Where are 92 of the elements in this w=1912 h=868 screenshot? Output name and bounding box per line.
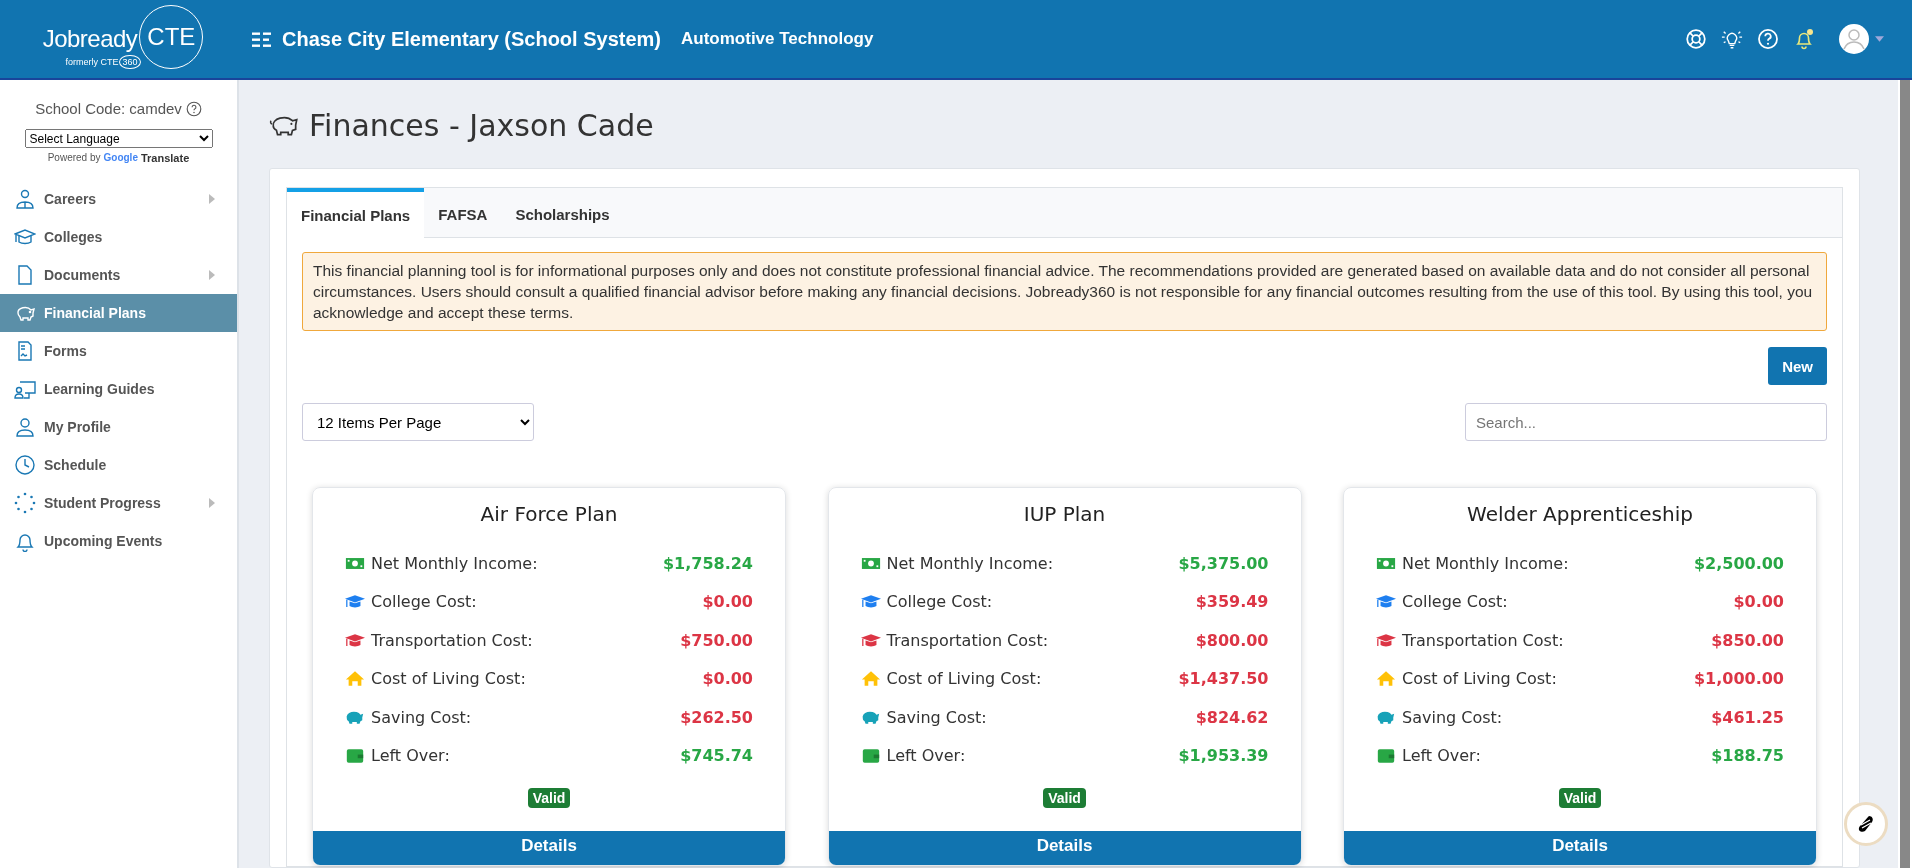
row-label: Saving Cost: [371, 707, 473, 727]
powered-by-text: Powered by [47, 152, 101, 164]
row-label: Net Monthly Income: [371, 553, 539, 573]
amount-value: $5,375.00 [1178, 553, 1269, 573]
row-label: Net Monthly Income: [886, 553, 1055, 573]
school-code: School Code: camdev [35, 100, 182, 117]
amount-value: $0.00 [702, 669, 753, 689]
row-label: Cost of Living Cost: [1402, 669, 1558, 689]
row-label: Transportation Cost: [371, 630, 534, 650]
amount-value: $745.74 [680, 746, 753, 766]
details-button[interactable]: Details [828, 831, 1301, 865]
disclaimer-alert: This financial planning tool is for informational purposes only and does not constitute professional financial advice. The recommendations provided are generated based on available data and do not consider all personal circumstances. Users should consult a qualified financial advisor before making any financial decisions. Jobready360 is not responsible for any financial outcomes resulting from the use of this tool. By using this tool, you acknowledge and accept these terms. [302, 252, 1827, 331]
details-button[interactable]: Details [313, 831, 785, 865]
sidebar-item[interactable]: Colleges [0, 218, 237, 256]
house-icon [860, 670, 881, 688]
menu-icon[interactable] [252, 30, 272, 48]
tab[interactable]: FAFSA [424, 188, 502, 237]
translate-text: Translate [140, 152, 190, 164]
graduation-cap-icon [860, 631, 881, 649]
row-label: College Cost: [886, 592, 994, 612]
row-label: Net Monthly Income: [1402, 553, 1570, 573]
graduation-cap-icon [345, 631, 365, 649]
row-label: College Cost: [1402, 592, 1509, 612]
sidebar-item[interactable]: Careers [0, 180, 237, 218]
status-badge: Valid [527, 788, 571, 808]
row-label: Left Over: [371, 746, 451, 766]
row-label: Left Over: [1402, 746, 1482, 766]
house-icon [345, 670, 365, 688]
clock-icon [14, 454, 36, 476]
status-badge: Valid [1558, 788, 1602, 808]
sidebar-item[interactable]: Documents [0, 256, 237, 294]
link-icon [1856, 814, 1876, 834]
lifebuoy-icon[interactable] [1685, 28, 1707, 50]
graduation-cap-icon [1376, 631, 1396, 649]
amount-value: $750.00 [680, 630, 753, 650]
amount-value: $2,500.00 [1693, 553, 1784, 573]
sidebar-item[interactable]: Schedule [0, 446, 237, 484]
plan-title: Welder Apprenticeship [1466, 502, 1694, 526]
amount-value: $850.00 [1711, 630, 1784, 650]
page-size-select[interactable]: 12 Items Per Page [302, 403, 534, 441]
new-button[interactable]: New [1768, 347, 1827, 385]
sidebar-item[interactable]: Forms [0, 332, 237, 370]
amount-value: $262.50 [680, 707, 753, 727]
row-label: Left Over: [886, 746, 967, 766]
scrollbar[interactable] [1900, 80, 1910, 868]
notification-bell-icon[interactable] [1793, 28, 1815, 50]
amount-value: $1,758.24 [662, 553, 753, 573]
avatar-icon[interactable] [1839, 24, 1869, 54]
status-badge: Valid [1043, 788, 1086, 808]
help-icon[interactable] [185, 100, 202, 117]
page-title: Finances - Jaxson Cade [309, 107, 654, 143]
amount-value: $188.75 [1711, 746, 1784, 766]
row-label: Cost of Living Cost: [886, 669, 1043, 689]
row-label: Saving Cost: [886, 707, 988, 727]
school-name: Chase City Elementary (School System) [282, 27, 661, 51]
amount-value: $1,953.39 [1178, 746, 1269, 766]
plan-title: IUP Plan [1022, 502, 1107, 526]
row-label: Transportation Cost: [1402, 630, 1565, 650]
wallet-icon [1376, 747, 1396, 765]
amount-value: $0.00 [1733, 592, 1784, 612]
amount-value: $1,000.00 [1693, 669, 1784, 689]
person-icon [14, 416, 36, 438]
row-label: Saving Cost: [1402, 707, 1504, 727]
row-label: College Cost: [371, 592, 478, 612]
amount-value: $461.25 [1711, 707, 1784, 727]
language-select[interactable]: Select Language [24, 129, 213, 148]
wallet-icon [345, 747, 365, 765]
amount-value: $1,437.50 [1178, 669, 1269, 689]
house-icon [1376, 670, 1396, 688]
wallet-icon [860, 747, 881, 765]
row-label: Transportation Cost: [886, 630, 1050, 650]
sidebar-item[interactable]: Upcoming Events [0, 522, 237, 560]
lightbulb-icon[interactable] [1721, 28, 1743, 50]
tab[interactable]: Scholarships [501, 188, 624, 237]
sidebar-item[interactable]: My Profile [0, 408, 237, 446]
amount-value: $359.49 [1195, 592, 1269, 612]
presentation-icon [14, 378, 36, 400]
details-button[interactable]: Details [1344, 831, 1816, 865]
program-name: Automotive Technology [681, 29, 874, 49]
plan-title: Air Force Plan [479, 502, 619, 526]
row-label: Cost of Living Cost: [371, 669, 527, 689]
amount-value: $824.62 [1195, 707, 1269, 727]
google-logo: Google [103, 152, 138, 164]
sidebar-item[interactable]: Financial Plans [0, 294, 237, 332]
tab[interactable]: Financial Plans [287, 188, 425, 238]
amount-value: $800.00 [1195, 630, 1269, 650]
sidebar-item[interactable]: Learning Guides [0, 370, 237, 408]
dotted-circle-icon [14, 492, 36, 514]
search-field[interactable]: Search... [1465, 403, 1827, 441]
person-tie-icon [14, 188, 36, 210]
sidebar-item[interactable]: Student Progress [0, 484, 237, 522]
amount-value: $0.00 [702, 592, 753, 612]
